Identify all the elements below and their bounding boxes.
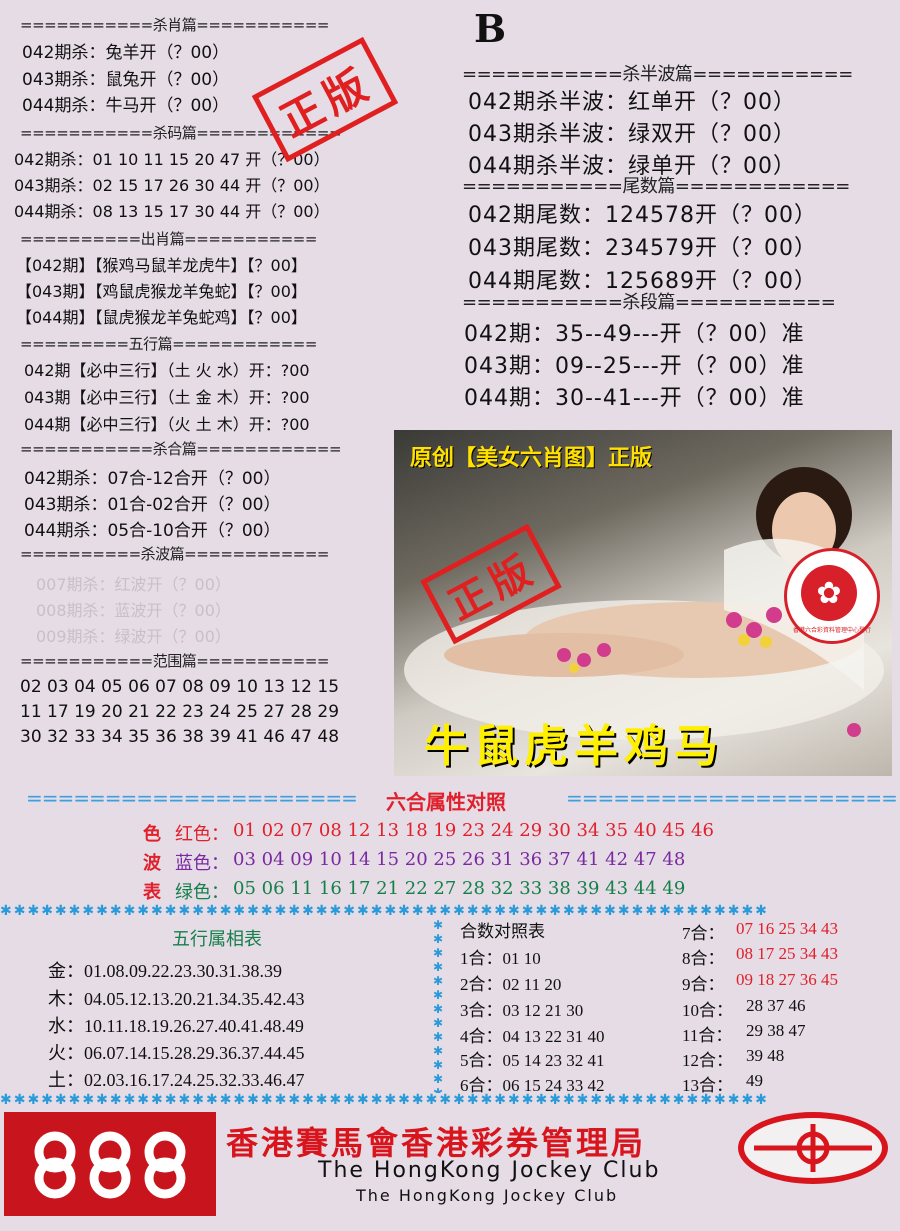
section-header-wu-xing: =========五行篇============	[20, 335, 317, 353]
attr-nums-green: 05 06 11 16 17 21 22 27 28 32 33 38 39 4…	[233, 878, 686, 899]
footer-english-2: The HongKong Jockey Club	[356, 1186, 619, 1205]
heshu-row: 4合：04 13 22 31 40	[460, 1027, 605, 1046]
badge-letter: B	[474, 6, 507, 51]
wuxing-row: 火：06.07.14.15.28.29.36.37.44.45	[48, 1043, 305, 1063]
sha-bo-row: 008期杀：蓝波开（？00）	[36, 601, 231, 620]
heshu-label: 12合：	[682, 1051, 733, 1070]
heshu-nums: 49	[746, 1071, 763, 1090]
photo-title: 原创【美女六肖图】正版	[410, 445, 653, 471]
attr-nums-blue: 03 04 09 10 14 15 20 25 26 31 36 37 41 4…	[233, 849, 686, 870]
section-header-chu-xiao: ==========出肖篇===========	[20, 230, 317, 248]
attr-tag-color: 色	[143, 824, 161, 845]
sha-ma-row: 043期杀：02 15 17 26 30 44 开（？00）	[14, 176, 330, 195]
sha-ma-row: 044期杀：08 13 15 17 30 44 开（？00）	[14, 202, 330, 221]
jockey-club-logo	[4, 1112, 216, 1216]
heshu-label: 11合：	[682, 1026, 733, 1045]
heshu-row: 5合：05 14 23 32 41	[460, 1051, 605, 1070]
wu-xing-row: 043期【必中三行】（土 金 木）开：?00	[24, 388, 310, 407]
wuxing-row: 木：04.05.12.13.20.21.34.35.42.43	[48, 989, 305, 1009]
footer-english-1: The HongKong Jockey Club	[318, 1158, 661, 1183]
sha-he-row: 042期杀：07合-12合开（？00）	[24, 469, 281, 489]
chu-xiao-row: 【044期】【鼠虎猴龙羊兔蛇鸡】【？00】	[16, 308, 307, 327]
sha-he-row: 043期杀：01合-02合开（？00）	[24, 495, 281, 515]
heshu-nums-red: 07 16 25 34 43	[736, 919, 838, 938]
sha-duan-row: 044期：30--41---开（？00）准	[464, 386, 805, 411]
sha-bo-row: 009期杀：绿波开（？00）	[36, 627, 231, 646]
zhengban-stamp: 正版	[251, 36, 399, 163]
heshu-nums-red: 09 18 27 36 45	[736, 970, 838, 989]
heshu-label: 8合：	[682, 949, 725, 968]
emblem-text: 香港六合彩資料管理中心發行	[792, 627, 871, 634]
sha-xiao-row: 043期杀：鼠兔开（？00）	[22, 70, 230, 90]
heshu-nums: 28 37 46	[746, 996, 806, 1015]
heshu-label: 10合：	[682, 1001, 733, 1020]
section-header-wei-shu: ===========尾数篇============	[462, 176, 850, 197]
lottery-mark-icon	[754, 1124, 872, 1172]
wu-xing-row: 042期【必中三行】（土 火 水）开：?00	[24, 361, 310, 380]
wu-xing-row: 044期【必中三行】（火 土 木）开：?00	[24, 415, 310, 434]
club-knot-icon	[34, 1131, 186, 1199]
model-photo: 原创【美女六肖图】正版 正版 ✿ 香港六合彩資料管理中心發行 牛鼠虎羊鸡马	[394, 430, 892, 776]
attr-sep-left: =====================	[26, 786, 358, 810]
sha-he-row: 044期杀：05合-10合开（？00）	[24, 521, 281, 541]
star-border-top: ✱✱✱✱✱✱✱✱✱✱✱✱✱✱✱✱✱✱✱✱✱✱✱✱✱✱✱✱✱✱✱✱✱✱✱✱✱✱✱✱…	[0, 903, 769, 919]
section-header-sha-bo: ==========杀波篇============	[20, 545, 330, 563]
attr-title: 六合属性对照	[386, 790, 506, 814]
heshu-row: 3合：03 12 21 30	[460, 1001, 584, 1020]
heshu-row: 6合：06 15 24 33 42	[460, 1076, 605, 1095]
photo-zodiacs: 牛鼠虎羊鸡马	[424, 721, 724, 772]
attr-tag-table: 表	[143, 882, 161, 903]
attr-label-blue: 蓝色：	[175, 853, 229, 874]
heshu-label: 9合：	[682, 975, 725, 994]
sha-duan-row: 043期：09--25---开（？00）准	[464, 354, 805, 379]
heshu-nums: 39 48	[746, 1046, 785, 1065]
wei-shu-row: 043期尾数：234579开（？00）	[468, 236, 817, 261]
sha-xiao-row: 042期杀：兔羊开（？00）	[22, 43, 230, 63]
attr-label-green: 绿色：	[175, 882, 229, 903]
sha-xiao-row: 044期杀：牛马开（？00）	[22, 96, 230, 116]
heshu-row: 1合：01 10	[460, 949, 541, 968]
ban-bo-row: 042期杀半波：红单开（？00）	[468, 90, 796, 115]
chu-xiao-row: 【042期】【猴鸡马鼠羊龙虎牛】【？00】	[16, 256, 307, 275]
ban-bo-row: 043期杀半波：绿双开（？00）	[468, 122, 796, 147]
wuxing-row: 土：02.03.16.17.24.25.32.33.46.47	[48, 1070, 305, 1090]
heshu-nums: 29 38 47	[746, 1021, 806, 1040]
attr-sep-right: =====================	[566, 786, 898, 810]
star-border-divider: ✱ ✱ ✱ ✱ ✱ ✱ ✱ ✱ ✱ ✱ ✱ ✱ ✱	[432, 918, 444, 1093]
heshu-row: 2合：02 11 20	[460, 975, 562, 994]
wei-shu-row: 042期尾数：124578开（？00）	[468, 203, 817, 228]
section-header-sha-duan: ===========杀段篇===========	[462, 292, 836, 313]
wuxing-row: 金：01.08.09.22.23.30.31.38.39	[48, 961, 282, 981]
sha-bo-row: 007期杀：红波开（？00）	[36, 575, 231, 594]
heshu-nums-red: 08 17 25 34 43	[736, 944, 838, 963]
attr-nums-red: 01 02 07 08 12 13 18 19 23 24 29 30 34 3…	[233, 820, 714, 841]
section-header-ban-bo: ===========杀半波篇===========	[462, 64, 853, 85]
heshu-label: 13合：	[682, 1076, 733, 1095]
section-header-sha-he: ===========杀合篇============	[20, 440, 342, 458]
section-header-fan-wei: ===========范围篇===========	[20, 652, 330, 670]
wuxing-title: 五行属相表	[172, 929, 262, 949]
heshu-title: 合数对照表	[460, 922, 545, 941]
bauhinia-icon: ✿	[801, 565, 857, 621]
fan-wei-row: 02 03 04 05 06 07 08 09 10 13 12 15	[20, 677, 340, 697]
attr-label-red: 红色：	[175, 824, 229, 845]
attr-tag-wave: 波	[143, 853, 161, 874]
chu-xiao-row: 【043期】【鸡鼠虎猴龙羊兔蛇】【？00】	[16, 282, 307, 301]
fan-wei-row: 30 32 33 34 35 36 38 39 41 46 47 48	[20, 727, 340, 747]
fan-wei-row: 11 17 19 20 21 22 23 24 25 27 28 29	[20, 702, 340, 722]
sha-duan-row: 042期：35--49---开（？00）准	[464, 322, 805, 347]
section-header-sha-xiao: ===========杀肖篇===========	[20, 16, 330, 34]
star-border-bottom: ✱✱✱✱✱✱✱✱✱✱✱✱✱✱✱✱✱✱✱✱✱✱✱✱✱✱✱✱✱✱✱✱✱✱✱✱✱✱✱✱…	[0, 1092, 769, 1108]
lottery-logo	[738, 1112, 888, 1184]
lottery-emblem: ✿ 香港六合彩資料管理中心發行	[784, 548, 880, 644]
heshu-label: 7合：	[682, 924, 725, 943]
wuxing-row: 水：10.11.18.19.26.27.40.41.48.49	[48, 1016, 304, 1036]
